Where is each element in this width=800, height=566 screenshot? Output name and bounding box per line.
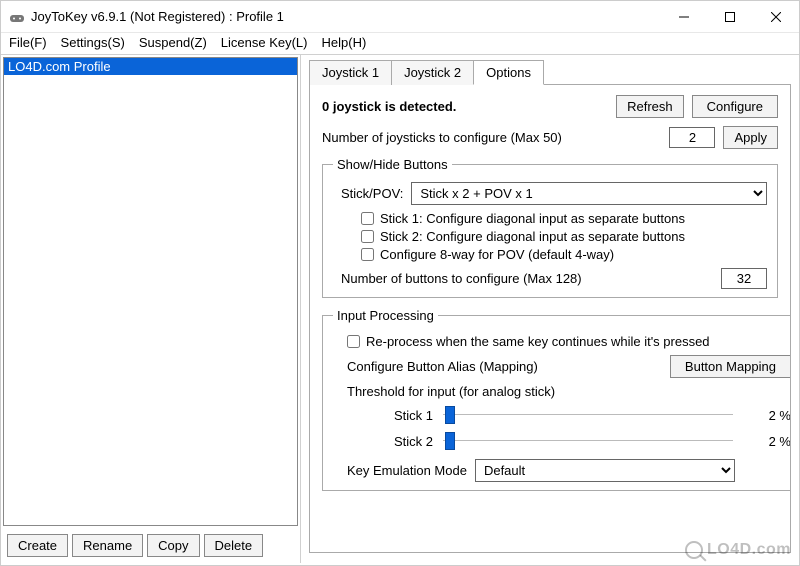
tab-joystick2[interactable]: Joystick 2 <box>391 60 474 85</box>
stick1-percent: 2 % <box>743 408 791 423</box>
stick-pov-select[interactable]: Stick x 2 + POV x 1 <box>411 182 767 205</box>
refresh-button[interactable]: Refresh <box>616 95 684 118</box>
num-buttons-input[interactable] <box>721 268 767 289</box>
input-processing-group: Input Processing Re-process when the sam… <box>322 308 791 491</box>
maximize-button[interactable] <box>707 1 753 33</box>
stick2-diagonal-checkbox[interactable]: Stick 2: Configure diagonal input as sep… <box>361 229 767 244</box>
left-pane: LO4D.com Profile Create Rename Copy Dele… <box>1 55 301 563</box>
menu-suspend[interactable]: Suspend(Z) <box>139 35 207 50</box>
reprocess-checkbox[interactable]: Re-process when the same key continues w… <box>347 334 791 349</box>
show-hide-legend: Show/Hide Buttons <box>333 157 452 172</box>
tab-joystick1[interactable]: Joystick 1 <box>309 60 392 85</box>
joystick-status: 0 joystick is detected. <box>322 99 456 114</box>
rename-button[interactable]: Rename <box>72 534 143 557</box>
close-button[interactable] <box>753 1 799 33</box>
num-buttons-label: Number of buttons to configure (Max 128) <box>341 271 582 286</box>
delete-button[interactable]: Delete <box>204 534 264 557</box>
menu-license[interactable]: License Key(L) <box>221 35 308 50</box>
stick2-slider[interactable] <box>443 431 733 451</box>
window-title: JoyToKey v6.9.1 (Not Registered) : Profi… <box>31 9 284 24</box>
stick1-slider[interactable] <box>443 405 733 425</box>
create-button[interactable]: Create <box>7 534 68 557</box>
menu-file[interactable]: File(F) <box>9 35 47 50</box>
stick1-slider-label: Stick 1 <box>373 408 433 423</box>
stick2-slider-label: Stick 2 <box>373 434 433 449</box>
minimize-button[interactable] <box>661 1 707 33</box>
num-joysticks-label: Number of joysticks to configure (Max 50… <box>322 130 562 145</box>
tab-bar: Joystick 1 Joystick 2 Options <box>309 59 791 85</box>
num-joysticks-input[interactable] <box>669 127 715 148</box>
pov-8way-checkbox[interactable]: Configure 8-way for POV (default 4-way) <box>361 247 767 262</box>
button-mapping-button[interactable]: Button Mapping <box>670 355 791 378</box>
threshold-label: Threshold for input (for analog stick) <box>347 384 791 399</box>
configure-button[interactable]: Configure <box>692 95 778 118</box>
stick1-diagonal-checkbox[interactable]: Stick 1: Configure diagonal input as sep… <box>361 211 767 226</box>
key-emulation-label: Key Emulation Mode <box>347 463 467 478</box>
menu-help[interactable]: Help(H) <box>322 35 367 50</box>
menu-settings[interactable]: Settings(S) <box>61 35 125 50</box>
app-icon <box>9 9 25 25</box>
menu-bar: File(F) Settings(S) Suspend(Z) License K… <box>1 33 799 55</box>
stick-pov-label: Stick/POV: <box>341 186 403 201</box>
right-pane: Joystick 1 Joystick 2 Options 0 joystick… <box>301 55 799 563</box>
input-processing-legend: Input Processing <box>333 308 438 323</box>
key-emulation-select[interactable]: Default <box>475 459 735 482</box>
button-alias-label: Configure Button Alias (Mapping) <box>347 359 538 374</box>
copy-button[interactable]: Copy <box>147 534 199 557</box>
options-panel: 0 joystick is detected. Refresh Configur… <box>309 85 791 553</box>
title-bar: JoyToKey v6.9.1 (Not Registered) : Profi… <box>1 1 799 33</box>
profile-list[interactable]: LO4D.com Profile <box>3 57 298 526</box>
show-hide-group: Show/Hide Buttons Stick/POV: Stick x 2 +… <box>322 157 778 298</box>
stick2-percent: 2 % <box>743 434 791 449</box>
tab-options[interactable]: Options <box>473 60 544 85</box>
apply-button[interactable]: Apply <box>723 126 778 149</box>
profile-item[interactable]: LO4D.com Profile <box>4 58 297 75</box>
